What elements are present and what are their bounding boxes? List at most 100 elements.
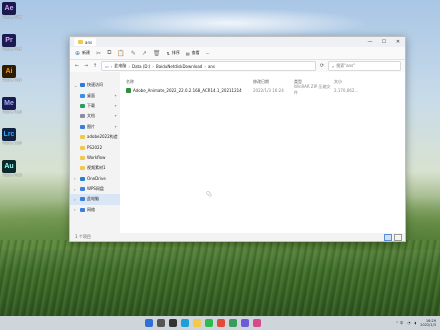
system-tray: ^ 中 ◔ ◖ 16:29 2022/1/3 — [396, 319, 436, 327]
window-controls: — ☐ ✕ — [363, 39, 405, 45]
chevron-icon[interactable]: › — [74, 187, 78, 192]
desktop-shortcut[interactable]: MeAdobe Media Encoder — [2, 96, 22, 114]
view-button[interactable]: ▤ 查看 — [186, 50, 200, 56]
column-name[interactable]: 名称 — [126, 79, 253, 85]
breadcrumb-item[interactable]: BaiduNetdiskDownload — [156, 64, 202, 69]
close-button[interactable]: ✕ — [391, 39, 405, 45]
app-icon[interactable] — [229, 319, 237, 327]
tiles-view-button[interactable] — [394, 233, 402, 241]
details-view-button[interactable] — [384, 233, 392, 241]
desktop-shortcut-label: Adobe Audition — [2, 172, 22, 177]
minimize-button[interactable]: — — [363, 39, 377, 45]
wallpaper-cloud — [90, 8, 370, 38]
paste-icon[interactable]: 📋 — [117, 50, 124, 57]
share-icon[interactable]: ↗ — [142, 50, 147, 57]
maximize-button[interactable]: ☐ — [377, 39, 391, 45]
app-icon[interactable] — [241, 319, 249, 327]
zip-archive-icon — [126, 87, 131, 93]
edge-icon[interactable] — [181, 319, 189, 327]
breadcrumb-separator[interactable]: › — [128, 64, 130, 69]
address-bar[interactable]: ▭ › 此电脑 › Data (D:) › BaiduNetdiskDownload › an… — [101, 61, 316, 71]
file-row[interactable]: Adobe_Animate_2022_22.0.2.168_ACR14.1_20… — [120, 84, 405, 95]
plus-icon: ⊕ — [75, 49, 81, 57]
search-box[interactable]: ⌕ 搜索"ans" — [328, 61, 401, 71]
breadcrumb-separator[interactable]: › — [152, 64, 154, 69]
sidebar-item[interactable]: adobe2022构造 — [70, 132, 120, 142]
back-button[interactable]: ← — [74, 63, 80, 69]
chevron-icon[interactable]: ⌄ — [74, 83, 78, 88]
file-date: 2022/1/3 16:24 — [253, 87, 284, 93]
delete-icon[interactable]: 🗑 — [153, 50, 161, 57]
clock[interactable]: 16:29 2022/1/3 — [420, 319, 436, 327]
volume-icon[interactable]: ◖ — [414, 321, 416, 325]
new-button-label: 新建 — [82, 50, 91, 55]
desktop-shortcut-label: Adobe Media Encoder — [2, 109, 22, 114]
column-size[interactable]: 大小 — [334, 79, 364, 85]
computer-icon: ▭ — [105, 63, 109, 69]
folder-icon — [80, 145, 85, 150]
sidebar-item[interactable]: 图片 ✦ — [70, 122, 120, 132]
view-icon: ▤ — [185, 50, 190, 56]
breadcrumb-separator[interactable]: › — [204, 64, 206, 69]
sidebar-item[interactable]: PS2022 — [70, 142, 120, 152]
file-size: 2,170,062... — [334, 87, 359, 93]
file-explorer-icon[interactable] — [193, 319, 201, 327]
window-tab[interactable]: ans — [74, 38, 97, 46]
up-button[interactable]: ↑ — [92, 63, 98, 69]
star-icon — [80, 83, 85, 88]
breadcrumb-item[interactable]: Data (D:) — [132, 64, 150, 69]
sidebar-item-label: 下载 — [87, 102, 95, 108]
navigation-pane: ⌄ 快速访问 桌面 ✦ 下载 ✦ 文档 ✦ 图片 ✦ adobe2022构造 PS2022 Workfl… — [70, 72, 120, 233]
computer-icon — [80, 197, 85, 202]
start-icon[interactable] — [145, 319, 153, 327]
chevron-icon[interactable]: › — [74, 197, 78, 202]
chevron-icon[interactable]: › — [74, 207, 78, 212]
breadcrumb-separator[interactable]: › — [111, 64, 113, 69]
breadcrumb-item[interactable]: ans — [208, 64, 215, 69]
desktop-icon — [80, 93, 85, 98]
clock-date: 2022/1/3 — [420, 323, 436, 327]
sidebar-item[interactable]: ⌄ 快速访问 — [70, 80, 120, 90]
sidebar-item[interactable]: 视频素材1 — [70, 163, 120, 173]
sort-button-label: 排序 — [171, 50, 180, 55]
desktop-shortcut[interactable]: AiAdobe Illustrator — [2, 65, 22, 82]
chevron-icon[interactable]: › — [74, 176, 78, 181]
forward-button[interactable]: → — [83, 63, 89, 69]
column-date[interactable]: 修改日期 — [253, 79, 294, 85]
sidebar-item[interactable]: › WPS网盘 — [70, 184, 120, 194]
copy-icon[interactable]: ⧉ — [107, 49, 111, 57]
refresh-button[interactable]: ⟳ — [319, 63, 325, 69]
sidebar-item[interactable]: › 网络 — [70, 205, 120, 215]
desktop-shortcut[interactable]: AeAdobe After Effects 2020 — [2, 2, 22, 19]
desktop-shortcut[interactable]: LrcAdobe Lightroom — [2, 128, 22, 145]
download-icon — [80, 103, 85, 108]
wechat-icon[interactable] — [205, 319, 213, 327]
rename-icon[interactable]: ✎ — [131, 50, 136, 57]
app-icon: Me — [2, 96, 16, 110]
search-icon[interactable] — [157, 319, 165, 327]
breadcrumb-item[interactable]: 此电脑 — [114, 63, 126, 69]
sidebar-item[interactable]: 下载 ✦ — [70, 101, 120, 111]
desktop-shortcut[interactable]: PrAdobe Premiere Pro — [2, 33, 22, 51]
sort-button[interactable]: ⇅ 排序 — [167, 50, 180, 56]
sidebar-item-label: Workflow — [87, 155, 106, 161]
search-icon: ⌕ — [332, 63, 335, 69]
title-bar: ans — ☐ ✕ — [70, 37, 405, 47]
sidebar-item[interactable]: 文档 ✦ — [70, 111, 120, 121]
wifi-icon[interactable]: ◔ — [407, 321, 410, 325]
sidebar-item[interactable]: Workflow — [70, 153, 120, 163]
new-button[interactable]: ⊕ 新建 — [75, 50, 90, 57]
task-view-icon[interactable] — [169, 319, 177, 327]
pin-icon: ✦ — [114, 114, 117, 119]
app-icon[interactable] — [253, 319, 261, 327]
chrome-icon[interactable] — [217, 319, 225, 327]
app-icon: Ae — [2, 2, 16, 15]
tray-indicators[interactable]: ^ 中 — [396, 321, 404, 326]
sidebar-item[interactable]: › OneDrive — [70, 174, 120, 184]
sidebar-item[interactable]: › 此电脑 — [70, 194, 120, 205]
sidebar-item[interactable]: 桌面 ✦ — [70, 90, 120, 100]
cut-icon[interactable]: ✂ — [96, 50, 101, 57]
pin-icon: ✦ — [114, 103, 117, 108]
desktop-shortcut[interactable]: AuAdobe Audition — [2, 159, 22, 177]
more-button[interactable]: ··· — [206, 51, 210, 56]
